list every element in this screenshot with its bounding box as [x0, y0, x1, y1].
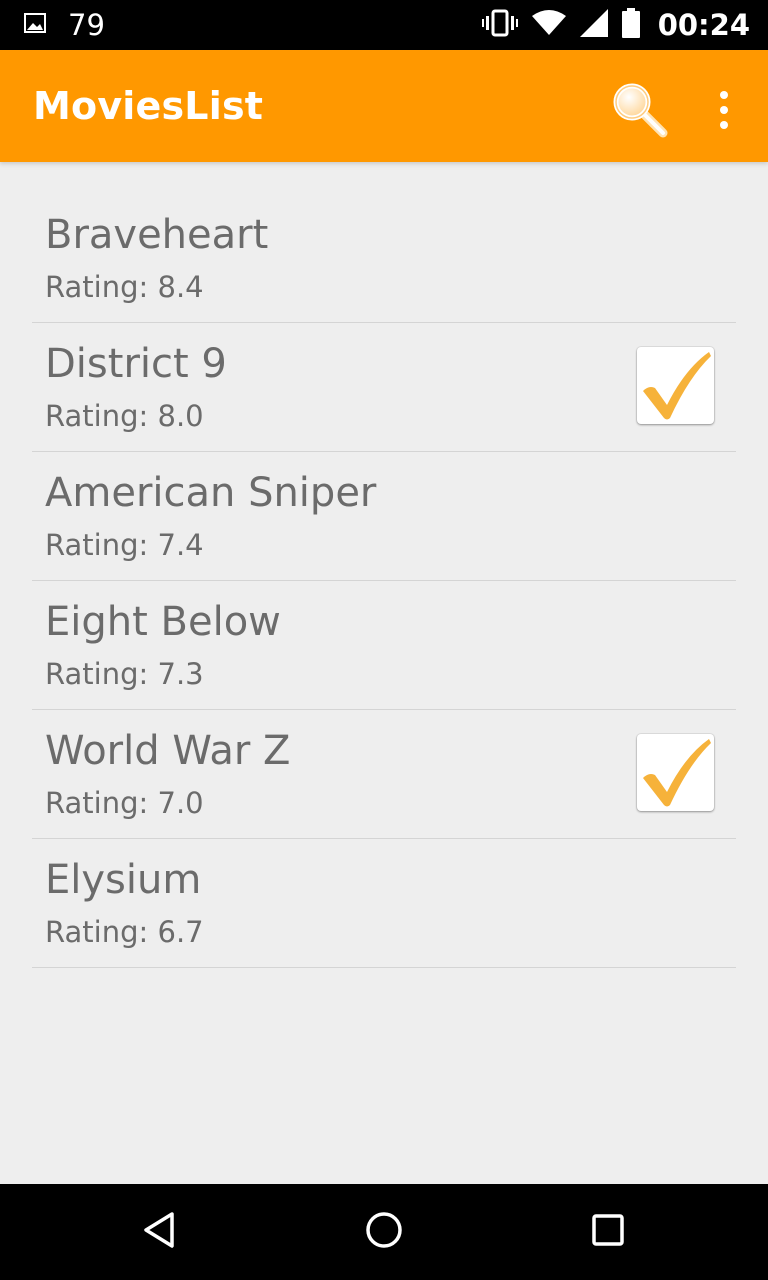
- search-icon: [608, 83, 672, 146]
- list-item[interactable]: Eight Below Rating: 7.3: [32, 581, 736, 710]
- recents-button[interactable]: [580, 1204, 636, 1260]
- movie-title: World War Z: [45, 728, 291, 774]
- movie-rating: Rating: 7.4: [45, 528, 204, 562]
- movie-rating: Rating: 6.7: [45, 915, 204, 949]
- movie-title: District 9: [45, 341, 227, 387]
- list-item[interactable]: Elysium Rating: 6.7: [32, 839, 736, 968]
- back-icon: [140, 1210, 180, 1255]
- movie-rating: Rating: 8.4: [45, 270, 204, 304]
- app-bar: MoviesList: [0, 50, 768, 162]
- overflow-menu-button[interactable]: [704, 78, 744, 142]
- list-item[interactable]: Braveheart Rating: 8.4: [32, 194, 736, 323]
- home-button[interactable]: [356, 1204, 412, 1260]
- movie-rating: Rating: 8.0: [45, 399, 204, 433]
- checkbox-checked[interactable]: [637, 347, 714, 424]
- checkmark-icon: [637, 739, 714, 815]
- home-icon: [364, 1210, 404, 1255]
- movie-rating: Rating: 7.0: [45, 786, 204, 820]
- battery-icon: [621, 7, 640, 43]
- checkmark-icon: [637, 352, 714, 428]
- movie-list: Braveheart Rating: 8.4 District 9 Rating…: [32, 194, 736, 968]
- list-item[interactable]: District 9 Rating: 8.0: [32, 323, 736, 452]
- recents-icon: [588, 1210, 628, 1255]
- notification-count: 79: [68, 8, 105, 42]
- movie-title: Braveheart: [45, 212, 269, 258]
- status-bar: 79 00:24: [0, 0, 768, 50]
- search-button[interactable]: [608, 78, 672, 142]
- navigation-bar: [0, 1184, 768, 1280]
- back-button[interactable]: [132, 1204, 188, 1260]
- checkbox-checked[interactable]: [637, 734, 714, 811]
- list-item[interactable]: World War Z Rating: 7.0: [32, 710, 736, 839]
- wifi-icon: [531, 9, 566, 41]
- movie-title: Eight Below: [45, 599, 281, 645]
- movie-title: Elysium: [45, 857, 202, 903]
- signal-icon: [579, 8, 608, 42]
- vibrate-icon: [481, 9, 518, 42]
- overflow-menu-icon: [720, 91, 728, 99]
- clock: 00:24: [657, 8, 750, 42]
- movie-title: American Sniper: [45, 470, 377, 516]
- image-notification-icon: [24, 12, 46, 38]
- app-title: MoviesList: [33, 84, 264, 128]
- list-item[interactable]: American Sniper Rating: 7.4: [32, 452, 736, 581]
- movie-rating: Rating: 7.3: [45, 657, 204, 691]
